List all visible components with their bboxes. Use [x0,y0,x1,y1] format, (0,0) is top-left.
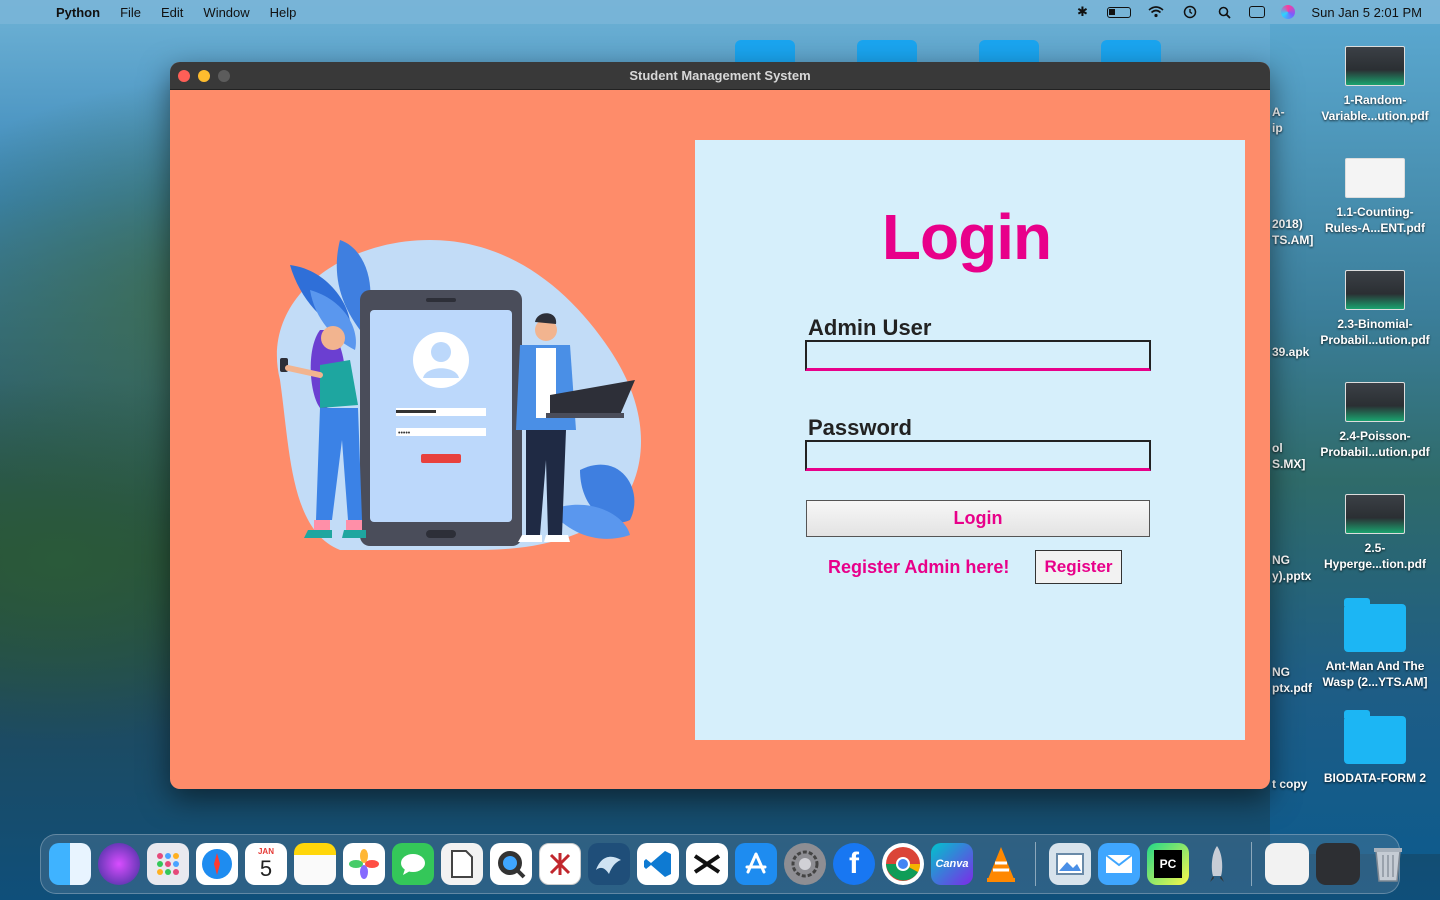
menu-file[interactable]: File [110,5,151,20]
desktop-partial-label[interactable]: t copy [1272,776,1307,792]
spotlight-search-icon[interactable] [1215,5,1233,19]
desktop-folder[interactable]: Ant-Man And The Wasp (2...YTS.AM] [1310,598,1440,690]
siri-icon[interactable] [1281,5,1296,19]
folder-icon [1344,598,1406,652]
login-illustration: ••••• [276,240,642,550]
menu-window[interactable]: Window [193,5,259,20]
window-titlebar[interactable]: Student Management System [170,62,1270,90]
register-prompt: Register Admin here! [828,557,1010,577]
login-button[interactable]: Login [806,500,1150,537]
finder-icon[interactable] [49,843,91,885]
desktop-file-pdf[interactable]: 1.1-Counting- Rules-A...ENT.pdf [1310,158,1440,236]
wifi-icon[interactable] [1147,5,1165,19]
pdf-thumbnail-icon [1345,382,1405,422]
xampp-icon[interactable] [539,843,581,885]
messages-icon[interactable] [392,843,434,885]
pycharm-icon[interactable]: PC [1147,843,1189,885]
desktop-partial-label[interactable]: 2018) TS.AM] [1272,216,1313,248]
preview-icon[interactable] [1049,843,1091,885]
dock-separator [1035,842,1036,886]
canva-icon[interactable]: Canva [931,843,973,885]
menu-bar: Python File Edit Window Help ✱ Sun Jan 5… [0,0,1440,24]
mail-icon[interactable] [1098,843,1140,885]
folder-icon[interactable] [979,40,1039,62]
recent-document-icon[interactable] [1265,843,1309,885]
app-window: Student Management System ••••• Login Ad… [170,62,1270,789]
facebook-icon[interactable]: f [833,843,875,885]
system-preferences-icon[interactable] [784,843,826,885]
folder-icon[interactable] [735,40,795,62]
chrome-icon[interactable] [882,843,924,885]
folder-icon[interactable] [857,40,917,62]
desktop-partial-label[interactable]: NG y).pptx [1272,552,1311,584]
recent-document-icon[interactable] [1316,843,1360,885]
desktop-folders-row [735,40,1161,62]
svg-text:•••••: ••••• [398,430,411,437]
menu-edit[interactable]: Edit [151,5,193,20]
notes-icon[interactable] [294,843,336,885]
mysql-workbench-icon[interactable] [588,843,630,885]
desktop-file-pdf[interactable]: 1-Random- Variable...ution.pdf [1310,46,1440,124]
menu-app-name[interactable]: Python [56,5,110,20]
battery-icon[interactable] [1107,6,1132,18]
bluetooth-icon[interactable]: ✱ [1073,4,1091,19]
vlc-icon[interactable] [980,843,1022,885]
app-store-icon[interactable] [735,843,777,885]
quicktime-icon[interactable] [490,843,532,885]
pdf-thumbnail-icon [1345,270,1405,310]
password-label: Password [808,415,912,440]
admin-user-label: Admin User [808,315,932,340]
pdf-thumbnail-icon [1345,46,1405,86]
siri-icon[interactable] [98,843,140,885]
time-machine-icon[interactable] [1181,5,1199,19]
menu-help[interactable]: Help [260,5,307,20]
window-title: Student Management System [629,68,811,83]
dock: JAN 5 f Canva PC [40,834,1402,894]
desktop-partial-label[interactable]: NG ptx.pdf [1272,664,1312,696]
calendar-icon[interactable]: JAN 5 [245,843,287,885]
register-button[interactable]: Register [1035,550,1122,584]
desktop-file-pdf[interactable]: 2.3-Binomial- Probabil...ution.pdf [1310,270,1440,348]
menubar-clock[interactable]: Sun Jan 5 2:01 PM [1311,5,1422,20]
rocket-launcher-icon[interactable] [1196,843,1238,885]
desktop-partial-label[interactable]: A-ip [1272,104,1285,136]
launchpad-icon[interactable] [147,843,189,885]
safari-icon[interactable] [196,843,238,885]
desktop-partial-label[interactable]: ol S.MX] [1272,440,1305,472]
pdf-thumbnail-icon [1345,494,1405,534]
pdf-thumbnail-icon [1345,158,1405,198]
desktop-partial-label[interactable]: 39.apk [1272,344,1309,360]
admin-user-input[interactable] [805,340,1151,371]
photos-icon[interactable] [343,843,385,885]
password-input[interactable] [805,440,1151,471]
login-panel: Login Admin User Password Login Register… [695,140,1245,740]
desktop-folder[interactable]: BIODATA-FORM 2 [1310,710,1440,786]
dock-separator [1251,842,1252,886]
trash-icon[interactable] [1367,843,1409,885]
control-center-icon[interactable] [1249,6,1266,18]
folder-icon [1344,710,1406,764]
login-heading: Login [881,201,1052,273]
folder-icon[interactable] [1101,40,1161,62]
desktop-file-pdf[interactable]: 2.4-Poisson- Probabil...ution.pdf [1310,382,1440,460]
text-editor-icon[interactable] [441,843,483,885]
capcut-icon[interactable] [686,843,728,885]
window-content: ••••• Login Admin User Password Login Re… [170,90,1270,789]
desktop-file-pdf[interactable]: 2.5- Hyperge...tion.pdf [1310,494,1440,572]
vscode-icon[interactable] [637,843,679,885]
